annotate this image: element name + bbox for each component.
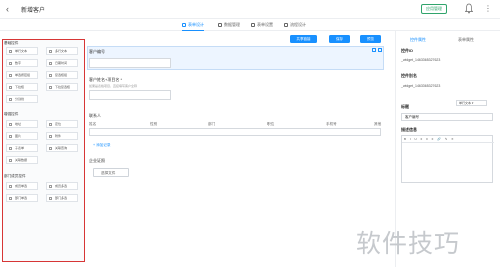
control-id-label: 控件ID bbox=[401, 48, 413, 53]
data-icon bbox=[218, 22, 222, 27]
related-data-icon bbox=[9, 159, 12, 162]
title-input[interactable]: 客户编号 bbox=[401, 113, 493, 121]
control-member-single[interactable]: 成员单选 bbox=[6, 182, 38, 190]
control-related-data[interactable]: 关联数据 bbox=[6, 156, 38, 164]
text-icon bbox=[9, 50, 12, 53]
alias-label: 控件别名 bbox=[401, 73, 417, 78]
tab-form-design[interactable]: 表单设计 bbox=[182, 19, 204, 31]
control-dropdown[interactable]: 下拉框 bbox=[6, 83, 38, 91]
field-label-customer-no: 客户编号 bbox=[89, 49, 105, 54]
control-dropdown-multi[interactable]: 下拉复选框 bbox=[46, 83, 78, 91]
group-title-members: 部门成员控件 bbox=[4, 174, 26, 178]
control-id-value: _widget_1463365327623 bbox=[401, 58, 441, 62]
editor-toolbar[interactable]: B I U ≡ ≡ ≡ 🔗 ✎ ✕ bbox=[402, 136, 494, 143]
control-related-query[interactable]: 关联查询 bbox=[46, 144, 78, 152]
add-record-link[interactable]: + 添加记录 bbox=[93, 143, 110, 148]
control-datetime[interactable]: 日期时间 bbox=[46, 59, 78, 67]
control-palette: 基础控件 单行文本 多行文本 数字 日期时间 单选按钮组 复选框组 下拉框 下拉… bbox=[2, 39, 85, 262]
tab-form-properties[interactable]: 表单属性 bbox=[458, 37, 474, 43]
control-image[interactable]: 图片 bbox=[6, 132, 38, 140]
back-arrow-icon[interactable]: ‹ bbox=[6, 4, 14, 14]
app-manage-button[interactable]: 应用管理 bbox=[421, 4, 447, 14]
more-options-icon[interactable]: ⋮ bbox=[484, 3, 492, 14]
preview-button[interactable]: 预览 bbox=[360, 35, 381, 43]
flow-icon bbox=[284, 22, 288, 27]
tab-form-settings[interactable]: 表单设置 bbox=[251, 19, 273, 31]
delete-icon[interactable] bbox=[378, 48, 382, 52]
tab-data-management[interactable]: 数据管理 bbox=[218, 19, 240, 31]
calendar-icon bbox=[49, 62, 52, 65]
group-title-enhanced: 增强控件 bbox=[4, 112, 19, 116]
customer-name-input[interactable] bbox=[89, 90, 171, 100]
departments-icon bbox=[49, 197, 52, 200]
radio-icon bbox=[9, 74, 12, 77]
department-icon bbox=[9, 197, 12, 200]
tab-flow-design[interactable]: 流程设计 bbox=[284, 19, 306, 31]
control-multi-line-text[interactable]: 多行文本 bbox=[46, 47, 78, 55]
alias-value: _widget_1463365327623 bbox=[401, 84, 441, 88]
group-title-basic: 基础控件 bbox=[4, 41, 19, 45]
save-button[interactable]: 保存 bbox=[329, 35, 350, 43]
control-member-multi[interactable]: 成员多选 bbox=[46, 182, 78, 190]
settings-icon bbox=[251, 22, 255, 27]
control-subform[interactable]: 子表单 bbox=[6, 144, 38, 152]
col-dept: 部门 bbox=[208, 122, 216, 126]
image-icon bbox=[9, 135, 12, 138]
control-divider[interactable]: 分割线 bbox=[6, 95, 38, 103]
field-label-customer-name: 客户姓名+项目名 * bbox=[89, 77, 123, 82]
control-checkbox-group[interactable]: 复选框组 bbox=[46, 71, 78, 79]
control-location[interactable]: 定位 bbox=[46, 120, 78, 128]
title-type-select[interactable]: 单行文本 ▾ bbox=[456, 100, 487, 106]
control-number[interactable]: 数字 bbox=[6, 59, 38, 67]
dropdown-multi-icon bbox=[49, 86, 52, 89]
checkbox-icon bbox=[49, 74, 52, 77]
control-dept-single[interactable]: 部门单选 bbox=[6, 194, 38, 202]
dropdown-icon bbox=[9, 86, 12, 89]
address-icon bbox=[9, 123, 12, 126]
control-radio-group[interactable]: 单选按钮组 bbox=[6, 71, 38, 79]
title-label: 标题 bbox=[401, 104, 409, 109]
description-label: 描述信息 bbox=[401, 127, 417, 132]
col-name: 姓名 bbox=[89, 122, 97, 126]
top-bar: ‹ 新增客户 应用管理 ⋮ bbox=[0, 0, 500, 19]
col-position: 职位 bbox=[267, 122, 275, 126]
col-phone: 手机号 bbox=[326, 122, 337, 126]
user-icon bbox=[9, 185, 12, 188]
subtable-label: 联系人 bbox=[89, 113, 101, 118]
choose-file-button[interactable]: 选择文件 bbox=[93, 168, 129, 177]
customer-no-input[interactable] bbox=[89, 58, 171, 68]
col-other: 其他 bbox=[374, 122, 382, 126]
number-icon bbox=[9, 62, 12, 65]
attachment-icon bbox=[49, 135, 52, 138]
control-attachment[interactable]: 附件 bbox=[46, 132, 78, 140]
attachment-label: 企业证照 bbox=[89, 158, 105, 163]
divider-icon bbox=[9, 98, 12, 101]
share-link-button[interactable]: 共享链接 bbox=[290, 35, 317, 43]
design-tabs: 表单设计 数据管理 表单设置 流程设计 bbox=[0, 19, 500, 31]
field-hint: 如果是表格项目，直接填写客户全称 bbox=[89, 84, 138, 88]
tab-control-properties[interactable]: 控件属性 bbox=[410, 37, 426, 43]
textarea-icon bbox=[49, 50, 52, 53]
control-single-line-text[interactable]: 单行文本 bbox=[6, 47, 38, 55]
copy-icon[interactable] bbox=[372, 48, 376, 52]
location-icon bbox=[49, 123, 52, 126]
bell-icon[interactable] bbox=[465, 3, 473, 14]
col-gender: 性别 bbox=[150, 122, 158, 126]
query-icon bbox=[49, 147, 52, 150]
subtable-row[interactable] bbox=[89, 128, 381, 136]
description-editor[interactable]: B I U ≡ ≡ ≡ 🔗 ✎ ✕ bbox=[401, 135, 494, 183]
subform-icon bbox=[9, 147, 12, 150]
control-address[interactable]: 地址 bbox=[6, 120, 38, 128]
users-icon bbox=[49, 185, 52, 188]
control-dept-multi[interactable]: 部门多选 bbox=[46, 194, 78, 202]
form-icon bbox=[182, 22, 186, 27]
page-title: 新增客户 bbox=[21, 8, 46, 14]
watermark: 软件技巧 bbox=[356, 229, 461, 258]
